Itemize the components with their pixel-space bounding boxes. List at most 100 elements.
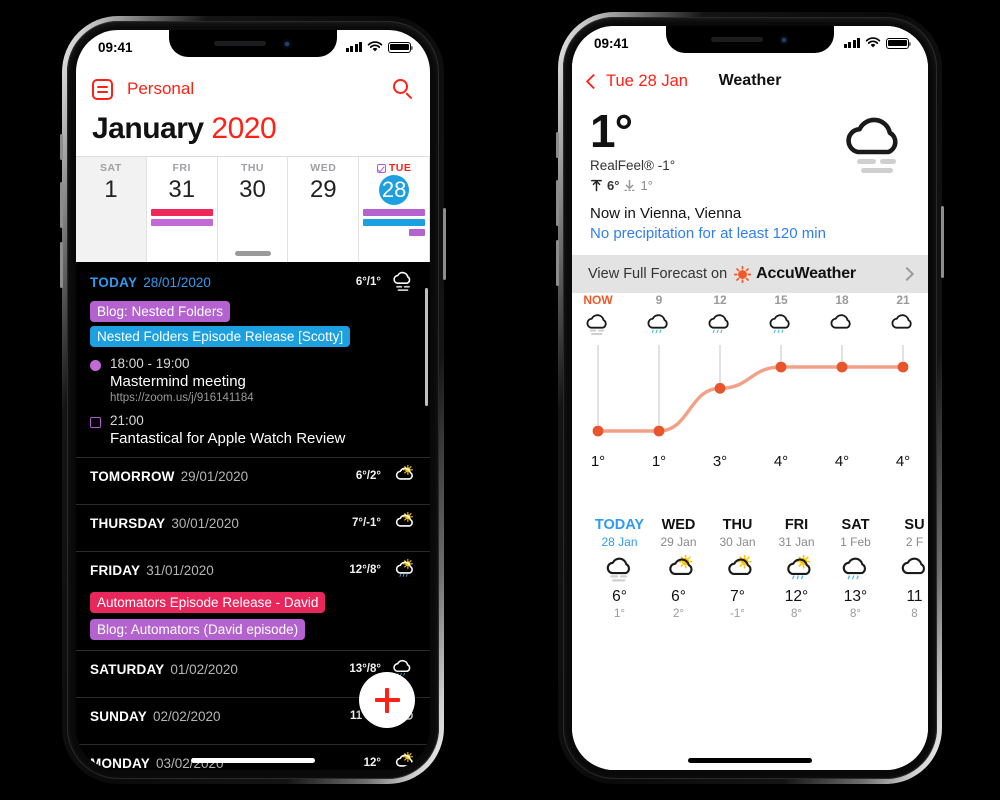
status-time: 09:41 [98,39,133,55]
week-day-number: 28 [379,175,410,205]
daily-day-name: FRI [784,517,809,533]
list-icon[interactable] [92,78,113,100]
agenda-event[interactable]: 21:00 Fantastical for Apple Watch Review [76,404,430,447]
week-day-29[interactable]: WED 29 [288,157,360,262]
daily-low: 8 [911,608,918,620]
daily-forecast-strip[interactable]: TODAY 28 Jan 6° 1° WED 29 Jan 6° 2° THU 30 Jan … [572,507,928,620]
power-button-right[interactable] [941,206,944,278]
hourly-forecast-chart[interactable]: NOW 9 12 15 18 21 1° 1° 3° 4° 4° 4° [572,293,928,507]
day-row[interactable]: TOMORROW 29/01/2020 6°/2° [76,458,430,494]
front-camera-right [779,34,789,45]
daily-forecast-column[interactable]: WED 29 Jan 6° 2° [649,517,708,620]
chevron-right-icon [899,266,915,282]
event-bar [150,219,213,226]
hour-temp: 4° [773,453,789,470]
reminder-checkbox-icon [376,163,386,173]
month-year: 2020 [211,112,277,145]
daily-date: 1 Feb [840,535,871,549]
partly-cloudy-icon [720,554,756,585]
day-row-name: THURSDAY [90,515,166,531]
search-icon[interactable] [393,78,414,100]
month-title[interactable]: January 2020 [76,106,430,156]
week-day-30[interactable]: THU 30 [218,157,289,262]
day-row-name: MONDAY [90,755,150,771]
reminder-checkbox-icon[interactable] [90,417,101,428]
calendar-set-label[interactable]: Personal [127,79,393,99]
event-chip[interactable]: Blog: Automators (David episode) [90,619,306,640]
phone-device-left: 09:41 Personal January 2020 SAT 1 FRI 31… [60,16,446,784]
hour-temp: 4° [895,453,911,470]
day-row[interactable]: FRIDAY 31/01/2020 12°/8° [76,552,430,588]
day-row-name: TOMORROW [90,468,175,484]
cloud-icon [897,555,929,585]
event-dot-icon [90,360,101,371]
power-button[interactable] [443,208,446,280]
week-day-31[interactable]: FRI 31 [147,157,218,262]
daily-forecast-column[interactable]: SU 2 F 11 8 [885,517,928,620]
hourly-temperature-line [592,345,909,437]
event-chip[interactable]: Nested Folders Episode Release [Scotty] [90,326,351,347]
daily-forecast-column[interactable]: TODAY 28 Jan 6° 1° [590,517,649,620]
notch-right [666,26,834,53]
today-temps: 6°/1° [355,276,381,288]
daily-high: 12° [784,588,809,605]
week-day-1[interactable]: SAT 1 [76,157,147,262]
precipitation-label: No precipitation for at least 120 min [590,225,826,242]
volume-down-button-right[interactable] [556,240,559,286]
event-chip[interactable]: Automators Episode Release - David [90,592,326,613]
add-event-button[interactable] [359,672,415,728]
today-event-list: 18:00 - 19:00 Mastermind meeting https://z… [76,347,430,447]
hour-temp: 3° [712,453,728,470]
daily-low: 2° [673,608,684,620]
week-day-name: SAT [100,162,122,174]
event-url[interactable]: https://zoom.us/j/916141184 [110,392,254,404]
day-row-date: 31/01/2020 [146,562,214,578]
current-conditions: 1° RealFeel® -1° 6° 1° [572,96,928,193]
status-time-right: 09:41 [594,35,629,51]
hour-temp: 4° [834,453,850,470]
scrollbar-thumb[interactable] [425,288,428,406]
daily-low: 1° [614,608,625,620]
volume-down-button[interactable] [60,242,63,288]
day-row-name: SUNDAY [90,708,147,724]
daily-day-name: TODAY [594,517,645,533]
day-row-temps: 12° [363,757,381,769]
event-chip[interactable]: Blog: Nested Folders [90,301,231,322]
agenda-event[interactable]: 18:00 - 19:00 Mastermind meeting https://z… [76,347,430,404]
chevron-left-icon [585,73,602,89]
mute-switch-right[interactable] [556,132,559,158]
daily-day-name: THU [722,517,753,533]
mute-switch[interactable] [60,134,63,160]
home-indicator-right[interactable] [688,758,812,763]
daily-date: 31 Jan [778,535,815,549]
daily-forecast-column[interactable]: THU 30 Jan 7° -1° [708,517,767,620]
day-row-date: 02/02/2020 [152,708,221,724]
event-bar [150,209,213,216]
month-name: January [92,112,204,145]
volume-up-button[interactable] [60,182,63,228]
battery-icon [388,41,414,53]
calendar-header: Personal January 2020 SAT 1 FRI 31 THU 30 WED 2… [76,30,430,262]
daily-forecast-column[interactable]: SAT 1 Feb 13° 8° [826,517,885,620]
screen-right: 09:41 Tue 28 Jan Weather 1° RealFeel® -1… [572,26,928,770]
daily-date: 29 Jan [660,535,697,549]
week-day-name: TUE [388,162,412,174]
daily-forecast-column[interactable]: FRI 31 Jan 12° 8° [767,517,826,620]
back-button[interactable]: Tue 28 Jan [585,72,688,91]
drag-grabber[interactable] [235,251,271,256]
day-row[interactable]: THURSDAY 30/01/2020 7°/-1° [76,505,430,541]
cloud-fog-icon [836,114,910,178]
event-bar [408,229,425,236]
week-day-28[interactable]: TUE 28 [359,157,430,262]
agenda-list[interactable]: TODAY 28/01/2020 6°/1° Blog: Nested Fold… [76,262,430,770]
event-bar [363,219,425,226]
volume-up-button-right[interactable] [556,180,559,226]
daily-high: 6° [671,588,686,605]
signal-bars-icon [345,42,362,52]
home-indicator-left[interactable] [191,758,315,763]
week-strip[interactable]: SAT 1 FRI 31 THU 30 WED 29 TUE 28 [76,156,430,262]
arrow-down-icon [624,179,636,192]
cloud-fog-icon [602,555,638,585]
accuweather-banner[interactable]: View Full Forecast on AccuWeather [572,255,928,293]
arrow-up-icon [591,179,602,192]
